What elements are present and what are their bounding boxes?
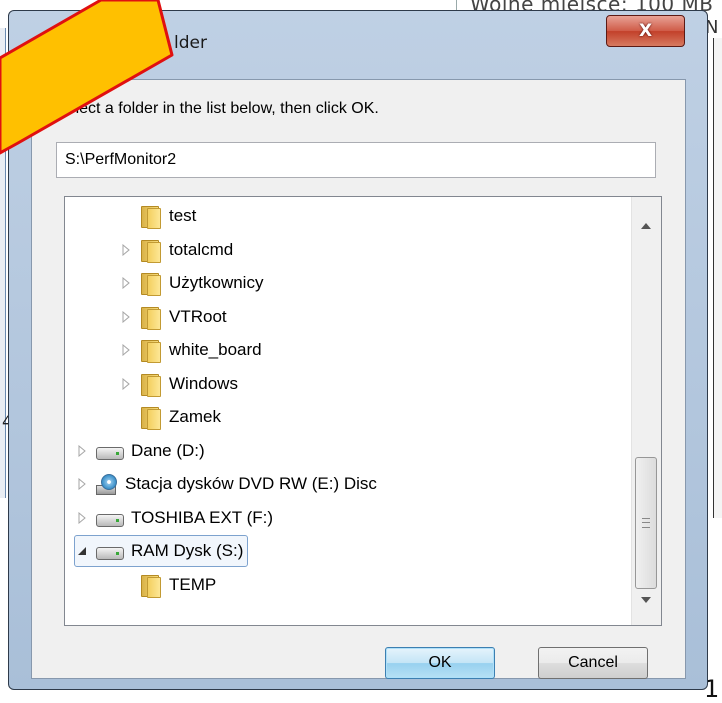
folder-icon bbox=[139, 272, 161, 296]
tree-item[interactable]: test bbox=[119, 201, 196, 231]
expand-arrow-icon[interactable] bbox=[75, 444, 89, 458]
tree-item-label: VTRoot bbox=[169, 306, 227, 326]
drive-icon bbox=[95, 442, 124, 460]
tree-item[interactable]: TEMP bbox=[119, 570, 216, 600]
tree-item-label: TEMP bbox=[169, 574, 217, 594]
tree-item[interactable]: Zamek bbox=[119, 402, 221, 432]
tree-vertical-scrollbar[interactable] bbox=[631, 197, 661, 625]
expand-arrow-icon[interactable] bbox=[119, 343, 133, 357]
tree-item-label: test bbox=[169, 206, 197, 225]
tree-item[interactable]: VTRoot bbox=[119, 302, 227, 332]
scrollbar-grip-icon bbox=[642, 518, 650, 528]
folder-tree[interactable]: test totalcmd Użytkownicy VTRoot white_board… bbox=[64, 196, 662, 626]
folder-icon bbox=[139, 574, 161, 598]
background-window-right-edge bbox=[713, 38, 722, 518]
tree-item[interactable]: TOSHIBA EXT (F:) bbox=[75, 503, 273, 533]
folder-path-input[interactable] bbox=[56, 142, 656, 178]
scrollbar-thumb[interactable] bbox=[635, 457, 657, 589]
dialog-client-area: Select a folder in the list below, then … bbox=[31, 79, 686, 679]
instruction-text: Select a folder in the list below, then … bbox=[56, 100, 379, 117]
tree-item[interactable]: Stacja dysków DVD RW (E:) Disc bbox=[75, 469, 377, 499]
expand-arrow-icon[interactable] bbox=[75, 511, 89, 525]
dialog-titlebar[interactable]: lder X bbox=[9, 11, 707, 55]
drive-icon bbox=[95, 542, 124, 560]
tree-item-label: totalcmd bbox=[169, 239, 234, 259]
expand-arrow-icon[interactable] bbox=[75, 477, 89, 491]
close-icon: X bbox=[638, 21, 653, 41]
folder-icon bbox=[139, 205, 161, 229]
folder-icon bbox=[139, 406, 161, 430]
expand-arrow-icon[interactable] bbox=[119, 276, 133, 290]
ok-button[interactable]: OK bbox=[385, 647, 495, 679]
dvd-icon bbox=[95, 473, 117, 495]
scroll-down-icon[interactable] bbox=[641, 597, 651, 603]
tree-item-label: Windows bbox=[169, 373, 238, 393]
tree-item[interactable]: RAM Dysk (S:) bbox=[73, 535, 249, 567]
folder-icon bbox=[139, 373, 161, 397]
tree-item[interactable]: white_board bbox=[119, 335, 262, 365]
dialog-title: lder bbox=[174, 33, 207, 53]
tree-item-label: TOSHIBA EXT (F:) bbox=[131, 507, 274, 527]
scroll-up-icon[interactable] bbox=[641, 223, 651, 229]
drive-icon bbox=[95, 509, 124, 527]
tree-item-label: Zamek bbox=[169, 407, 221, 426]
tree-item[interactable]: totalcmd bbox=[119, 235, 233, 265]
folder-icon bbox=[139, 239, 161, 263]
browse-folder-dialog: lder X Select a folder in the list below… bbox=[8, 10, 708, 690]
tree-item[interactable]: Dane (D:) bbox=[75, 436, 205, 466]
expand-arrow-icon[interactable] bbox=[119, 310, 133, 324]
collapse-arrow-icon[interactable] bbox=[75, 544, 89, 558]
expand-arrow-icon[interactable] bbox=[119, 377, 133, 391]
tree-item-label: RAM Dysk (S:) bbox=[131, 541, 244, 560]
folder-icon bbox=[139, 306, 161, 330]
tree-item[interactable]: Użytkownicy bbox=[119, 268, 263, 298]
background-divider bbox=[456, 0, 457, 10]
expand-arrow-icon[interactable] bbox=[119, 243, 133, 257]
folder-icon bbox=[139, 339, 161, 363]
tree-item-label: Stacja dysków DVD RW (E:) Disc bbox=[125, 474, 377, 493]
tree-item-label: Użytkownicy bbox=[169, 273, 264, 292]
tree-item-label: white_board bbox=[169, 340, 262, 359]
tree-item[interactable]: Windows bbox=[119, 369, 238, 399]
tree-item-label: Dane (D:) bbox=[131, 440, 205, 460]
close-button[interactable]: X bbox=[606, 15, 685, 47]
cancel-button[interactable]: Cancel bbox=[538, 647, 648, 679]
